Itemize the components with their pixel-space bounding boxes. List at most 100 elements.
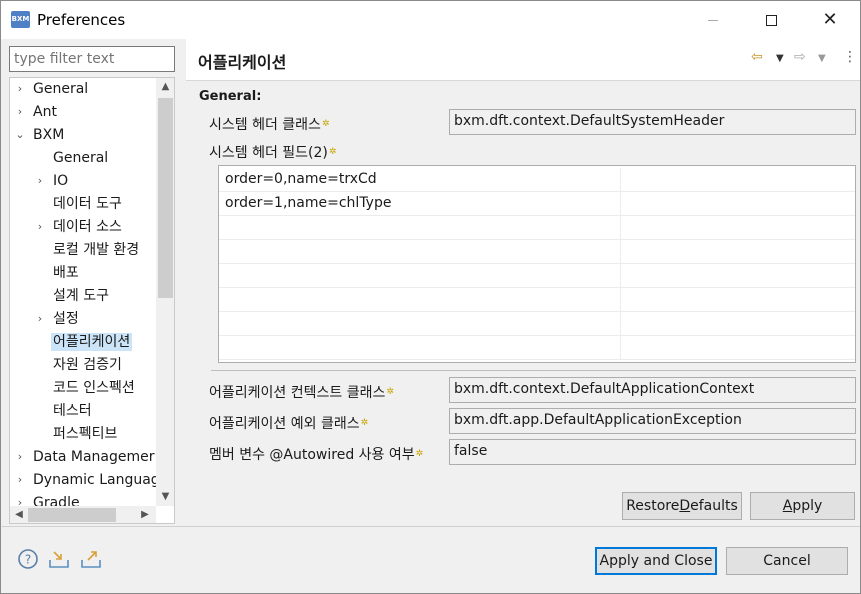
collapsed-chevron-icon[interactable]: ›	[14, 78, 26, 100]
export-icon[interactable]	[80, 548, 102, 570]
tree-item[interactable]: › 데이터 소스	[34, 216, 124, 238]
tree-item[interactable]: › IO	[34, 170, 70, 192]
tree-item[interactable]: 설계 도구	[34, 285, 111, 307]
tree-item[interactable]: › 설정	[34, 308, 81, 330]
tree-item[interactable]: 코드 인스펙션	[34, 377, 137, 399]
minimize-icon	[708, 19, 718, 21]
maximize-icon	[765, 14, 777, 26]
table-row[interactable]	[219, 312, 855, 336]
app-exception-class-field[interactable]: bxm.dft.app.DefaultApplicationException	[449, 408, 856, 434]
tree-vertical-scrollbar[interactable]: ▲ ▼	[156, 78, 174, 506]
tree-item[interactable]: 자원 검증기	[34, 354, 124, 376]
app-context-class-label: 어플리케이션 컨텍스트 클래스✲	[209, 382, 394, 402]
divider	[211, 370, 856, 371]
table-cell: order=1,name=chlType	[219, 192, 621, 216]
table-cell	[219, 240, 621, 264]
table-cell	[621, 216, 855, 240]
collapsed-chevron-icon[interactable]: ›	[14, 446, 26, 468]
tree-item[interactable]: 데이터 도구	[34, 193, 124, 215]
restore-label-mnemonic: D	[679, 498, 691, 514]
tree-item-label: 퍼스펙티브	[53, 426, 118, 442]
back-dropdown-icon[interactable]: ▼	[776, 53, 784, 64]
autowired-field[interactable]: false	[449, 439, 856, 465]
collapsed-chevron-icon[interactable]: ›	[14, 469, 26, 491]
required-icon: ✲	[360, 418, 369, 428]
restore-defaults-button[interactable]: Restore Defaults	[622, 492, 742, 520]
system-header-class-field[interactable]: bxm.dft.context.DefaultSystemHeader	[449, 109, 856, 135]
tree-item[interactable]: 배포	[34, 262, 81, 284]
scroll-thumb[interactable]	[158, 98, 173, 298]
import-icon[interactable]	[48, 548, 70, 570]
minimize-button[interactable]	[690, 1, 736, 39]
forward-arrow-icon[interactable]: ⇨	[794, 49, 806, 65]
tree-item[interactable]: General	[34, 147, 110, 169]
header-fields-table[interactable]: order=0,name=trxCd order=1,name=chlType	[218, 165, 856, 363]
tree-item-label: Data Managemer	[33, 449, 155, 465]
tree-item[interactable]: 어플리케이션	[34, 331, 133, 353]
table-cell	[621, 336, 855, 360]
table-row[interactable]	[219, 336, 855, 360]
collapsed-chevron-icon[interactable]: ›	[34, 308, 46, 330]
collapsed-chevron-icon[interactable]: ›	[34, 216, 46, 238]
table-row[interactable]	[219, 240, 855, 264]
tree-item-label: Dynamic Languag	[33, 472, 160, 488]
label-text: 멤버 변수 @Autowired 사용 여부	[209, 447, 415, 463]
apply-and-close-button[interactable]: Apply and Close	[595, 547, 717, 575]
tree-item-label: 설계 도구	[53, 288, 109, 304]
system-header-field-label: 시스템 헤더 필드(2)✲	[209, 142, 336, 162]
label-text: 어플리케이션 예외 클래스	[209, 416, 360, 432]
close-button[interactable]: ✕	[807, 1, 853, 39]
scroll-right-icon[interactable]: ▶	[136, 506, 154, 523]
view-menu-icon[interactable]: ⋮	[843, 49, 857, 65]
table-row[interactable]	[219, 216, 855, 240]
tree-item[interactable]: 테스터	[34, 400, 94, 422]
tree-item[interactable]: 로컬 개발 환경	[34, 239, 141, 261]
page-header: 어플리케이션 ⇦ ▼ ⇨ ▼ ⋮	[186, 39, 860, 81]
scroll-up-icon[interactable]: ▲	[156, 78, 174, 96]
restore-label-pre: Restore	[626, 498, 680, 514]
scroll-down-icon[interactable]: ▼	[156, 488, 174, 506]
table-cell	[219, 216, 621, 240]
table-row[interactable]	[219, 288, 855, 312]
forward-dropdown-icon[interactable]: ▼	[818, 53, 826, 64]
collapsed-chevron-icon[interactable]: ›	[34, 170, 46, 192]
scroll-thumb-horizontal[interactable]	[28, 508, 116, 522]
preference-page: 어플리케이션 ⇦ ▼ ⇨ ▼ ⋮ General: 시스템 헤더 클래스✲ bx…	[186, 39, 860, 526]
close-icon: ✕	[822, 9, 838, 30]
expanded-chevron-icon[interactable]: ⌄	[14, 124, 26, 146]
tree-item-label: 로컬 개발 환경	[53, 242, 140, 258]
help-icon[interactable]: ?	[17, 548, 39, 570]
restore-label-post: efaults	[690, 498, 738, 514]
tree-item-label: 코드 인스펙션	[53, 380, 135, 396]
tree-item-label: IO	[53, 173, 69, 189]
back-arrow-icon[interactable]: ⇦	[751, 49, 763, 65]
maximize-button[interactable]	[748, 1, 794, 39]
table-cell	[621, 264, 855, 288]
tree-horizontal-scrollbar[interactable]: ◀ ▶	[10, 506, 156, 523]
label-text: 어플리케이션 컨텍스트 클래스	[209, 385, 386, 401]
tree-item[interactable]: › Data Managemer	[14, 446, 157, 468]
table-row[interactable]	[219, 264, 855, 288]
tree-item-label: Ant	[33, 104, 57, 120]
scroll-left-icon[interactable]: ◀	[10, 506, 28, 523]
table-cell	[621, 312, 855, 336]
tree-item-label: General	[33, 81, 89, 97]
tree-item[interactable]: ⌄ BXM	[14, 124, 66, 146]
table-cell	[219, 312, 621, 336]
tree-item[interactable]: › General	[14, 78, 90, 100]
label-text: 시스템 헤더 필드(2)	[209, 145, 328, 161]
filter-input[interactable]	[9, 46, 175, 72]
tree-item-label: 데이터 소스	[53, 219, 122, 235]
tree-item[interactable]: 퍼스펙티브	[34, 423, 119, 445]
apply-button[interactable]: Apply	[750, 492, 855, 520]
tree-item[interactable]: › Dynamic Languag	[14, 469, 162, 491]
table-row[interactable]: order=1,name=chlType	[219, 192, 855, 216]
collapsed-chevron-icon[interactable]: ›	[14, 101, 26, 123]
section-label: General:	[199, 89, 262, 104]
app-context-class-field[interactable]: bxm.dft.context.DefaultApplicationContex…	[449, 377, 856, 403]
tree-item[interactable]: › Ant	[14, 101, 59, 123]
table-row[interactable]: order=0,name=trxCd	[219, 168, 855, 192]
title-bar: BXM Preferences ✕	[1, 1, 860, 39]
window-title: Preferences	[37, 11, 126, 29]
cancel-button[interactable]: Cancel	[726, 547, 848, 575]
